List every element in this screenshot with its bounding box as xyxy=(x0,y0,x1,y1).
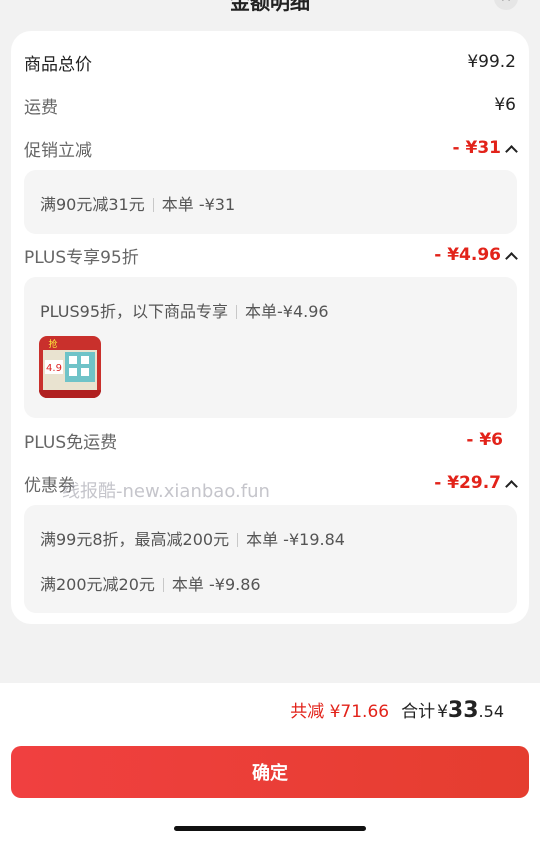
chevron-up-icon[interactable] xyxy=(505,480,518,493)
plus-discount-label: PLUS专享95折 xyxy=(24,247,139,268)
coupon-detail-line: 满99元8折，最高减200元 本单 -¥19.84 xyxy=(40,526,345,550)
shipping-row: 运费 ¥6 xyxy=(24,90,516,120)
watermark-text: 线报酷-new.xianbao.fun xyxy=(62,481,270,502)
plus-detail-line: PLUS95折，以下商品专享 本单-¥4.96 xyxy=(40,298,329,322)
total-currency: ¥ xyxy=(437,702,448,722)
plus-order: 本单-¥4.96 xyxy=(245,302,329,321)
goods-total-row: 商品总价 ¥99.2 xyxy=(24,47,516,77)
divider xyxy=(162,578,164,592)
total-label: 合计 xyxy=(401,702,436,722)
promo-row[interactable]: 促销立减 - ¥31 xyxy=(24,133,518,163)
promo-detail-line: 满90元减31元 本单 -¥31 xyxy=(40,191,235,215)
coupon-detail-box: 满99元8折，最高减200元 本单 -¥19.84 满200元减20元 本单 -¥9… xyxy=(24,505,517,613)
goods-total-label: 商品总价 xyxy=(24,54,92,75)
coupon-rule: 满200元减20元 xyxy=(40,575,155,594)
promo-rule: 满90元减31元 xyxy=(40,195,145,214)
plus-freeship-label: PLUS免运费 xyxy=(24,432,118,453)
plus-discount-value-wrap: - ¥4.96 xyxy=(434,245,518,265)
plus-freeship-row: PLUS免运费 - ¥6 xyxy=(24,425,516,455)
confirm-button[interactable]: 确定 xyxy=(11,746,529,798)
product-image-icon: 4.9 抢 xyxy=(39,336,101,398)
plus-discount-row[interactable]: PLUS专享95折 - ¥4.96 xyxy=(24,240,518,270)
promo-order: 本单 -¥31 xyxy=(161,195,236,214)
promo-value-wrap: - ¥31 xyxy=(452,138,518,158)
coupon-value-wrap: - ¥29.7 xyxy=(434,473,518,493)
thumb-badge: 4.9 xyxy=(46,363,62,374)
thumb-label: 抢 xyxy=(48,338,57,350)
chevron-up-icon[interactable] xyxy=(505,145,518,158)
footer-bar: 共减 ¥71.66 合计 ¥ 33 .54 xyxy=(0,683,540,741)
saved-amount: 共减 ¥71.66 xyxy=(290,702,390,722)
total-decimal: .54 xyxy=(478,702,504,721)
coupon-rule: 满99元8折，最高减200元 xyxy=(40,530,230,549)
plus-freeship-value: - ¥6 xyxy=(466,430,503,450)
coupon-order: 本单 -¥9.86 xyxy=(171,575,261,594)
shipping-value: ¥6 xyxy=(494,95,516,115)
divider xyxy=(152,198,154,212)
promo-label: 促销立减 xyxy=(24,140,92,161)
divider xyxy=(237,533,239,547)
totals: 共减 ¥71.66 合计 ¥ 33 .54 xyxy=(290,697,504,723)
total-integer: 33 xyxy=(447,698,479,723)
amount-detail-card: 商品总价 ¥99.2 运费 ¥6 促销立减 - ¥31 满90元减31元 本单 -… xyxy=(11,31,529,624)
coupon-detail-line: 满200元减20元 本单 -¥9.86 xyxy=(40,571,261,595)
product-thumbnail[interactable]: 4.9 抢 xyxy=(39,336,101,398)
divider xyxy=(236,305,237,319)
plus-detail-box: PLUS95折，以下商品专享 本单-¥4.96 4.9 抢 xyxy=(24,277,517,418)
plus-rule: PLUS95折，以下商品专享 xyxy=(40,302,228,321)
promo-detail-box: 满90元减31元 本单 -¥31 xyxy=(24,170,517,234)
goods-total-value: ¥99.2 xyxy=(467,52,516,72)
bottom-area: 确定 xyxy=(0,741,540,841)
home-indicator xyxy=(174,826,366,831)
coupon-value: - ¥29.7 xyxy=(434,473,501,493)
chevron-up-icon[interactable] xyxy=(505,252,518,265)
promo-value: - ¥31 xyxy=(452,138,501,158)
panel-title: 金额明细 xyxy=(230,0,310,14)
plus-discount-value: - ¥4.96 xyxy=(434,245,501,265)
shipping-label: 运费 xyxy=(24,97,58,118)
coupon-order: 本单 -¥19.84 xyxy=(246,530,345,549)
